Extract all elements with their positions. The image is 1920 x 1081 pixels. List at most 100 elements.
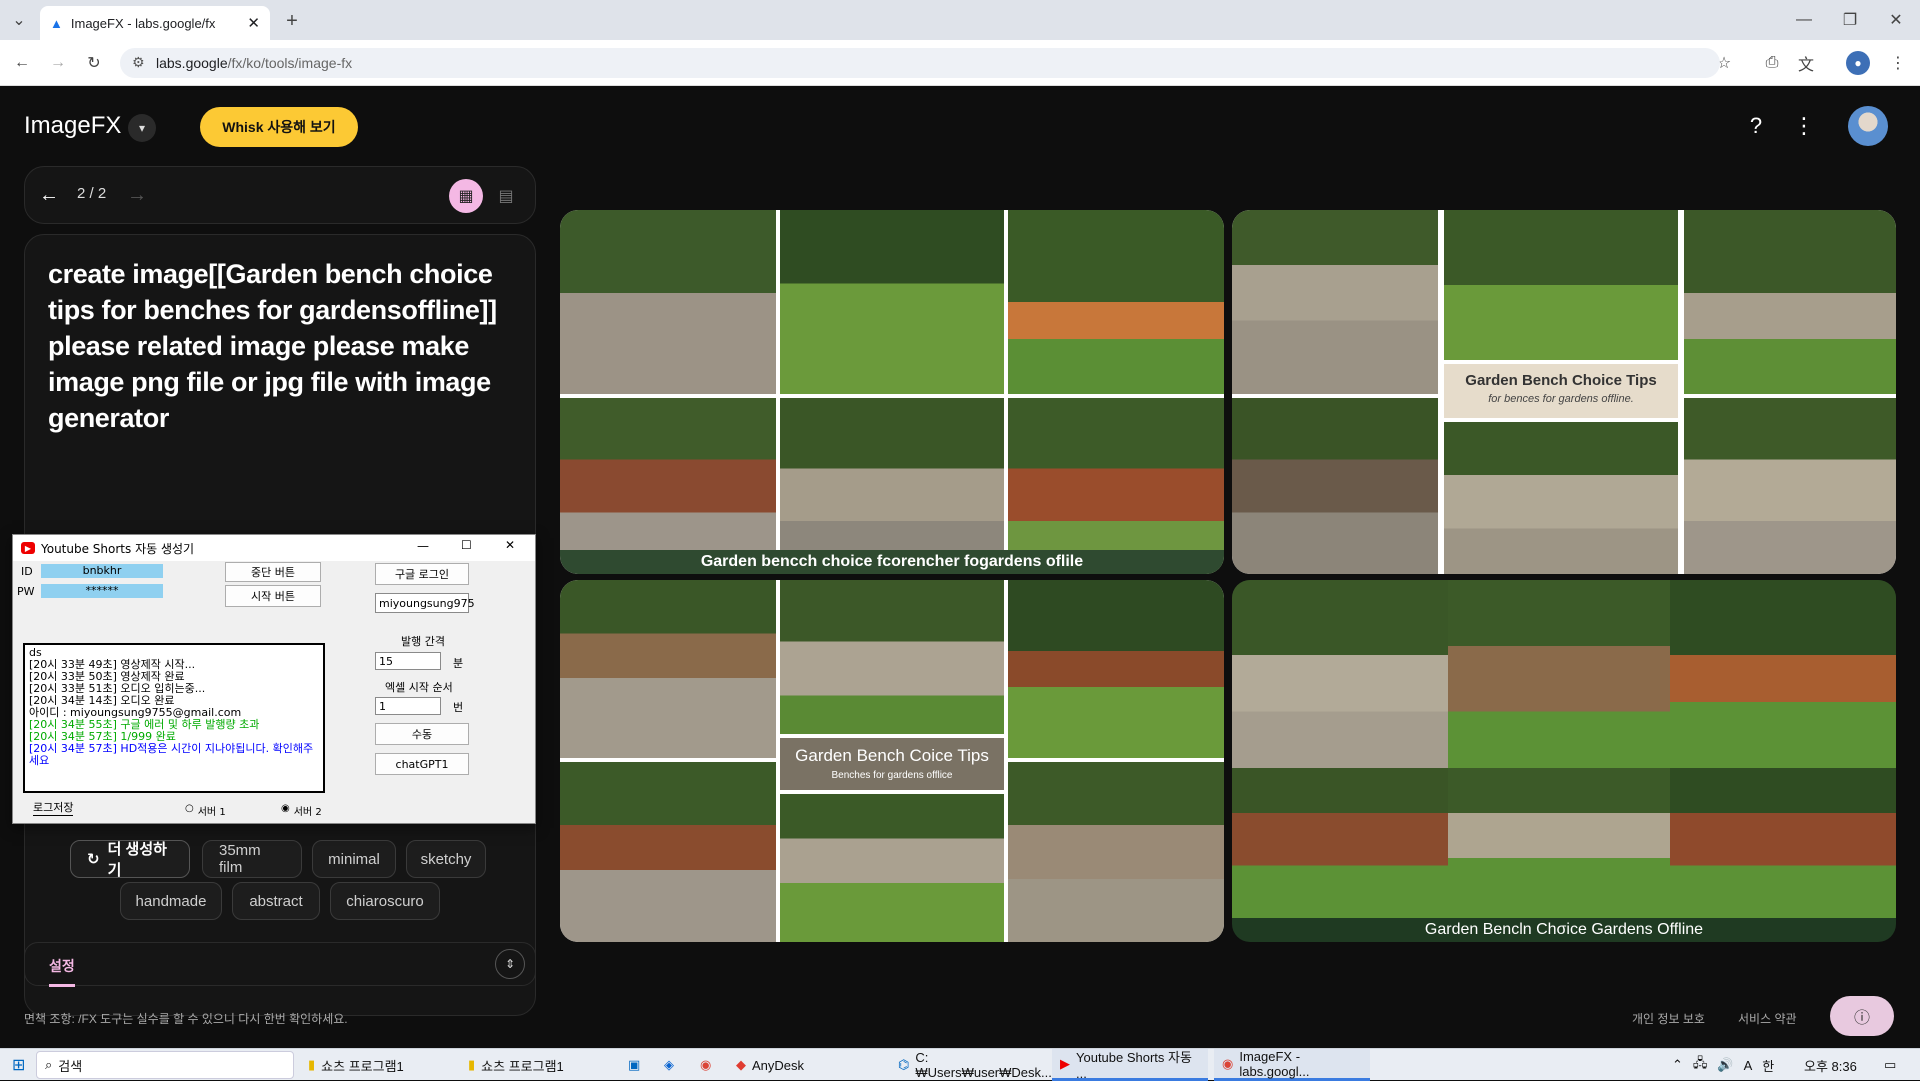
reload-icon[interactable]: ↻ — [82, 51, 106, 75]
bench-photo — [1232, 580, 1448, 768]
bench-photo — [1448, 580, 1670, 768]
clock[interactable]: 오후 8:36 — [1796, 1049, 1865, 1081]
taskbar-label: 쇼츠 프로그램1 — [321, 1058, 404, 1074]
settings-bar[interactable]: 설정 ⇕ — [24, 942, 536, 987]
dialog-minimize-icon[interactable]: — — [417, 539, 429, 553]
log-save-button[interactable]: 로그저장 — [33, 799, 74, 816]
bench-photo — [1448, 768, 1670, 918]
expand-settings-icon[interactable]: ⇕ — [495, 949, 525, 979]
generate-more-button[interactable]: ↻ 더 생성하기 — [70, 840, 190, 879]
windows-taskbar: ⊞ ⌕ 검색 ▮ 쇼츠 프로그램1 ▮ 쇼츠 프로그램1 ▣ ◈ ◉ ◆ AnyDesk… — [0, 1048, 1920, 1081]
url-host: labs.google — [156, 55, 228, 71]
interval-input[interactable]: 15 — [375, 652, 441, 670]
taskbar-search[interactable]: ⌕ 검색 — [36, 1051, 294, 1079]
image-result-1[interactable]: Garden bencch choice fcorencher fogarden… — [560, 210, 1224, 574]
stop-button[interactable]: 중단 버튼 — [225, 562, 321, 582]
bench-photo — [560, 210, 776, 394]
menu-dots-icon[interactable]: ⋮ — [1886, 51, 1910, 75]
close-window-icon[interactable]: ✕ — [1884, 8, 1908, 32]
next-page-icon[interactable]: → — [125, 183, 149, 207]
translate-icon[interactable]: 文 — [1794, 51, 1818, 75]
restore-icon[interactable]: ❐ — [1838, 8, 1862, 32]
prompt-text[interactable]: create image[[Garden bench choice tips f… — [48, 256, 508, 436]
server2-radio[interactable]: ◉ 서버 2 — [281, 803, 322, 818]
chip-sketchy[interactable]: sketchy — [406, 840, 486, 878]
bench-photo — [780, 210, 1004, 394]
youtube-shorts-dialog: ▶ Youtube Shorts 자동 생성기 — ☐ ✕ ID bnbkhr … — [12, 534, 536, 824]
id-label: ID — [21, 565, 33, 578]
id-field[interactable]: bnbkhr — [41, 564, 163, 578]
chip-abstract[interactable]: abstract — [232, 882, 320, 920]
start-icon[interactable]: ⊞ — [4, 1049, 33, 1081]
image-result-3[interactable]: Garden Bench Coice Tips Benches for gard… — [560, 580, 1224, 942]
forward-icon[interactable]: → — [46, 51, 70, 75]
image-result-2[interactable]: Garden Bench Choice Tips for bences for … — [1232, 210, 1896, 574]
dialog-close-icon[interactable]: ✕ — [505, 538, 515, 552]
tab-title: ImageFX - labs.google/fx — [70, 15, 216, 31]
taskbar-item[interactable]: ▶ Youtube Shorts 자동 ... — [1052, 1049, 1208, 1081]
taskbar-item[interactable]: ▮ 쇼츠 프로그램1 — [300, 1049, 456, 1081]
start-button[interactable]: 시작 버튼 — [225, 585, 321, 607]
browser-tab[interactable]: ▲ ImageFX - labs.google/fx ✕ — [40, 6, 270, 40]
taskbar-label: 쇼츠 프로그램1 — [481, 1058, 564, 1074]
chip-chiaroscuro[interactable]: chiaroscuro — [330, 882, 440, 920]
taskbar-app-icon[interactable]: ◈ — [656, 1049, 682, 1081]
feedback-icon[interactable]: ⓘ — [1830, 996, 1894, 1036]
dialog-maximize-icon[interactable]: ☐ — [461, 538, 472, 552]
bench-photo — [1008, 210, 1224, 394]
notification-icon[interactable]: ▭ — [1876, 1049, 1904, 1081]
app-switcher-chevron-icon[interactable]: ▾ — [128, 114, 156, 142]
print-icon[interactable]: ⎙ — [1760, 51, 1784, 75]
privacy-link[interactable]: 개인 정보 보호 — [1632, 1010, 1705, 1027]
bench-photo — [1008, 580, 1224, 758]
system-tray[interactable]: ⌃ 🖧 🔊 A 한 — [1664, 1049, 1782, 1081]
generate-more-label: 더 생성하기 — [107, 841, 167, 879]
prev-page-icon[interactable]: ← — [37, 183, 61, 207]
log-box[interactable]: ds [20시 33분 49초] 영상제작 시작... [20시 33분 50초… — [23, 643, 325, 793]
app-logo[interactable]: ImageFX — [24, 112, 121, 140]
taskbar-item[interactable]: ▮ 쇼츠 프로그램1 — [460, 1049, 612, 1081]
manual-button[interactable]: 수동 — [375, 723, 469, 745]
site-info-icon[interactable]: ⚙ — [132, 54, 145, 71]
google-login-button[interactable]: 구글 로그인 — [375, 563, 469, 585]
taskbar-item[interactable]: ⌬ C:₩Users₩user₩Desk... — [890, 1049, 1052, 1081]
title-card-sub: Benches for gardens offlice — [831, 770, 953, 781]
tab-list-icon[interactable]: ⌄ — [8, 9, 30, 31]
taskbar-app-icon[interactable]: ▣ — [620, 1049, 648, 1081]
chatgpt-button[interactable]: chatGPT1 — [375, 753, 469, 775]
pager-bar: ← 2 / 2 → ▦ ▤ — [24, 166, 536, 224]
taskbar-item[interactable]: ◆ AnyDesk — [728, 1049, 884, 1081]
chip-handmade[interactable]: handmade — [120, 882, 222, 920]
chip-35mm[interactable]: 35mm film — [202, 840, 302, 878]
pw-field[interactable]: ****** — [41, 584, 163, 598]
minimize-icon[interactable]: — — [1792, 8, 1816, 32]
help-icon[interactable]: ? — [1742, 112, 1770, 140]
image-result-4[interactable]: Garden Bencln Chσice Gardens Offline — [1232, 580, 1896, 942]
chrome-icon[interactable]: ◉ — [692, 1049, 719, 1081]
close-tab-icon[interactable]: ✕ — [247, 14, 260, 32]
ime-icon: A — [1743, 1057, 1753, 1073]
single-view-icon[interactable]: ▤ — [489, 179, 523, 213]
excel-input[interactable]: 1 — [375, 697, 441, 715]
user-avatar[interactable] — [1848, 106, 1888, 146]
new-tab-icon[interactable]: + — [280, 9, 304, 33]
terms-link[interactable]: 서비스 약관 — [1738, 1010, 1797, 1027]
profile-icon[interactable]: ● — [1846, 51, 1870, 75]
settings-tab[interactable]: 설정 — [49, 956, 75, 987]
radio-off-icon: ○ — [185, 803, 194, 814]
chip-minimal[interactable]: minimal — [312, 840, 396, 878]
server1-radio[interactable]: ○ 서버 1 — [185, 803, 226, 818]
title-card-heading: Garden Bench Choice Tips — [1465, 372, 1657, 389]
email-field[interactable]: miyoungsung975 — [375, 593, 475, 613]
youtube-icon: ▶ — [1060, 1055, 1070, 1071]
taskbar-item[interactable]: ◉ ImageFX - labs.googl... — [1214, 1049, 1370, 1081]
url-field[interactable]: ⚙ labs.google/fx/ko/tools/image-fx — [120, 48, 1720, 78]
grid-view-icon[interactable]: ▦ — [449, 179, 483, 213]
whisk-button[interactable]: Whisk 사용해 보기 — [200, 107, 358, 147]
tray-chevron-icon: ⌃ — [1672, 1057, 1683, 1072]
more-options-icon[interactable]: ⋮ — [1792, 112, 1816, 140]
back-icon[interactable]: ← — [10, 51, 34, 75]
ime-hangul-icon: 한 — [1762, 1058, 1775, 1074]
chrome-icon: ◉ — [1222, 1055, 1234, 1071]
folder-icon: ▮ — [308, 1057, 316, 1072]
